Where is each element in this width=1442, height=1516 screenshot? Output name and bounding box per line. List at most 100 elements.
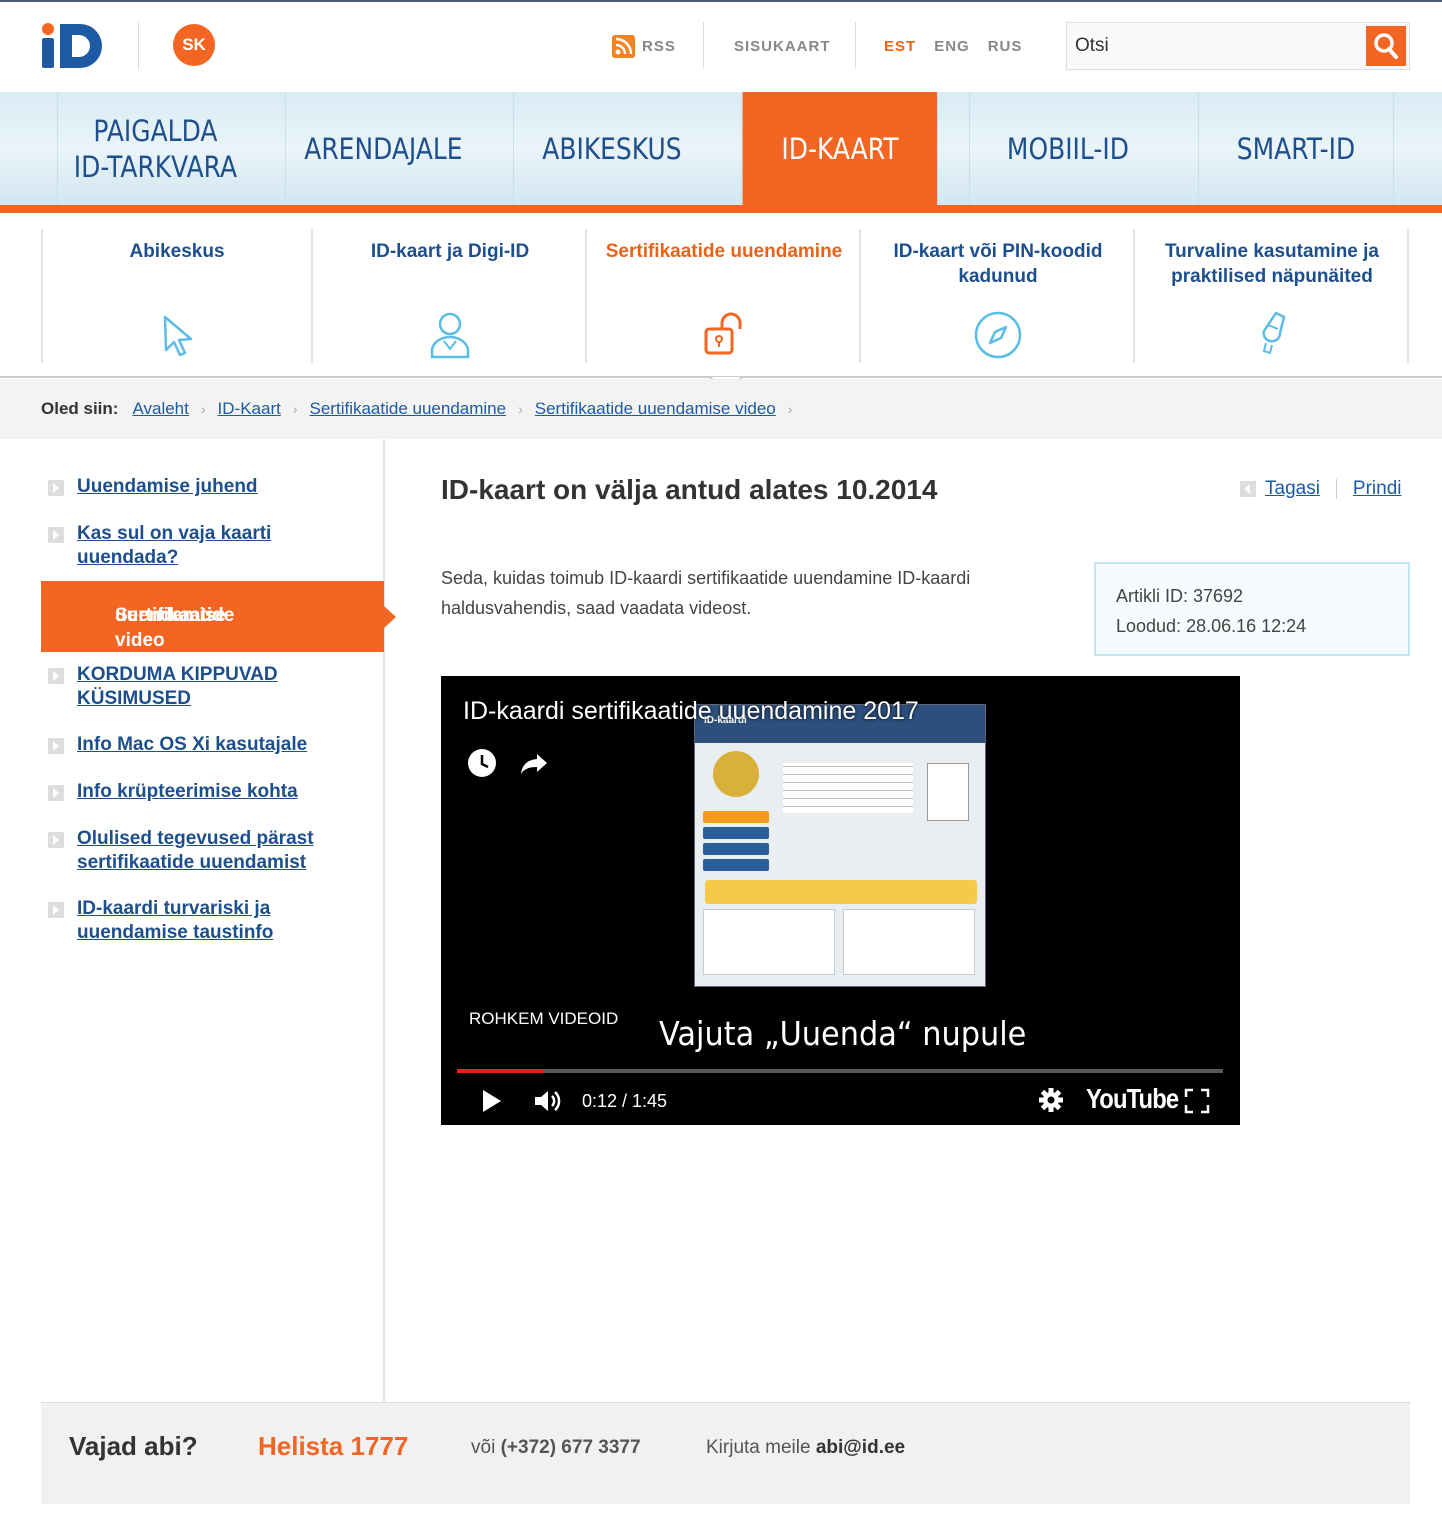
helpline-link[interactable]: Helista 1777 xyxy=(258,1431,408,1462)
sidebar-link[interactable]: Olulised tegevused pärast sertifikaatide… xyxy=(77,827,337,875)
subnav-id-kaart-digi-id[interactable]: ID-kaart ja Digi-ID xyxy=(315,229,587,363)
coat-of-arms-icon xyxy=(713,751,759,797)
video-frame-text xyxy=(783,763,913,813)
breadcrumb-video[interactable]: Sertifikaatide uuendamise video xyxy=(535,399,776,419)
video-progress-fill xyxy=(457,1069,545,1073)
subnav-turvaline[interactable]: Turvaline kasutamine ja praktilised näpu… xyxy=(1137,229,1409,363)
sk-logo[interactable]: SK xyxy=(173,24,215,66)
cursor-icon xyxy=(163,315,193,357)
sidebar-item[interactable]: Kas sul on vaja kaarti uuendada? xyxy=(48,522,368,570)
lang-rus[interactable]: RUS xyxy=(988,38,1023,55)
arrow-bullet-icon xyxy=(48,902,64,918)
arrow-bullet-icon xyxy=(48,480,64,496)
sidebar-item[interactable]: Info Mac OS Xi kasutajale xyxy=(48,733,368,757)
article-actions: Tagasi Prindi xyxy=(1240,478,1402,500)
sidebar-link[interactable]: Kas sul on vaja kaarti uuendada? xyxy=(77,522,297,570)
chevron-right-icon: › xyxy=(518,401,523,417)
video-frame-pane xyxy=(703,909,835,975)
alt-phone-number[interactable]: (+372) 677 3377 xyxy=(501,1437,641,1458)
nav-arendajale[interactable]: ARENDAJALE xyxy=(284,92,481,205)
breadcrumb: Oled siin: Avaleht › ID-Kaart › Sertifik… xyxy=(0,379,1442,439)
subnav-abikeskus[interactable]: Abikeskus xyxy=(41,229,313,363)
user-icon xyxy=(430,312,470,359)
arrow-bullet-icon xyxy=(48,785,64,801)
subnav-label: ID-kaart ja Digi-ID xyxy=(370,241,530,262)
alt-phone: või (+372) 677 3377 xyxy=(471,1437,641,1458)
video-frame-button xyxy=(703,811,769,823)
search-input[interactable] xyxy=(1067,23,1365,69)
video-frame-pane xyxy=(843,909,975,975)
video-progress-track[interactable] xyxy=(457,1069,1223,1073)
volume-icon[interactable] xyxy=(533,1088,563,1114)
back-link[interactable]: Tagasi xyxy=(1265,478,1320,500)
breadcrumb-id-kaart[interactable]: ID-Kaart xyxy=(218,399,281,419)
rss-link[interactable]: RSS xyxy=(612,35,676,58)
nav-abikeskus[interactable]: ABIKESKUS xyxy=(513,92,710,205)
arrow-bullet-icon xyxy=(48,527,64,543)
sidebar-item[interactable]: Uuendamise juhend xyxy=(48,475,368,499)
arrow-bullet-icon xyxy=(48,738,64,754)
subnav-kadunud[interactable]: ID-kaart või PIN-koodid kadunud xyxy=(863,229,1135,363)
subnav-label: Turvaline kasutamine ja praktilised näpu… xyxy=(1164,241,1379,287)
subnav-label: Abikeskus xyxy=(129,241,225,262)
sidebar-link[interactable]: KORDUMA KIPPUVAD KÜSIMUSED xyxy=(77,663,307,711)
video-player[interactable]: ID-kaardi ID-kaardi sertifikaatide uuend… xyxy=(441,676,1240,1125)
divider xyxy=(703,22,704,68)
youtube-logo[interactable]: YouTube xyxy=(1086,1083,1179,1115)
share-icon[interactable] xyxy=(519,748,549,778)
sidebar-item[interactable]: KORDUMA KIPPUVAD KÜSIMUSED xyxy=(48,663,368,711)
sidebar-link[interactable]: Info Mac OS Xi kasutajale xyxy=(77,733,307,757)
divider xyxy=(1335,479,1337,499)
sidebar-item-active[interactable]: Sertifikaatide uuendamise video xyxy=(41,581,396,652)
sidebar-link[interactable]: ID-kaardi turvariski ja uuendamise taust… xyxy=(77,897,292,945)
rss-label[interactable]: RSS xyxy=(642,38,676,55)
article-created: Loodud: 28.06.16 12:24 xyxy=(1116,616,1307,636)
settings-gear-icon[interactable] xyxy=(1038,1087,1064,1113)
sidebar-link[interactable]: Uuendamise juhend xyxy=(77,475,258,499)
lang-est[interactable]: EST xyxy=(884,38,916,55)
subnav-label: Sertifikaatide uuendamine xyxy=(605,241,843,262)
sidebar-item[interactable]: Info krüpteerimise kohta xyxy=(48,780,368,804)
fullscreen-icon[interactable] xyxy=(1184,1088,1210,1114)
sub-nav: Abikeskus ID-kaart ja Digi-ID Sertifikaa… xyxy=(0,213,1442,378)
email-contact: Kirjuta meile abi@id.ee xyxy=(706,1437,906,1458)
nav-paigalda[interactable]: PAIGALDA ID-TARKVARA xyxy=(56,92,253,205)
sitemap-link[interactable]: SISUKAART xyxy=(734,38,831,55)
breadcrumb-lead: Oled siin: xyxy=(41,399,119,418)
chevron-right-icon: › xyxy=(200,401,206,417)
subnav-sertifikaatide-uuendamine[interactable]: Sertifikaatide uuendamine xyxy=(589,229,861,363)
nav-id-kaart[interactable]: ID-KAART xyxy=(741,92,938,205)
nav-smart-id[interactable]: SMART-ID xyxy=(1197,92,1395,205)
card-photo-icon xyxy=(927,763,969,821)
help-heading: Vajad abi? xyxy=(69,1431,198,1461)
breadcrumb-sertifikaatide-uuendamine[interactable]: Sertifikaatide uuendamine xyxy=(310,399,507,419)
print-link[interactable]: Prindi xyxy=(1353,478,1402,500)
rss-icon xyxy=(612,35,635,58)
help-footer: Vajad abi? Helista 1777 või (+372) 677 3… xyxy=(41,1402,1410,1504)
watch-later-icon[interactable] xyxy=(467,748,497,778)
hint-icon xyxy=(1262,311,1286,355)
article-info-box: Artikli ID: 37692 Loodud: 28.06.16 12:24 xyxy=(1094,562,1410,656)
play-icon[interactable] xyxy=(481,1088,503,1114)
video-frame-button xyxy=(703,859,769,871)
arrow-bullet-icon xyxy=(48,832,64,848)
article-intro: Seda, kuidas toimub ID-kaardi sertifikaa… xyxy=(441,568,971,618)
breadcrumb-avaleht[interactable]: Avaleht xyxy=(132,399,188,419)
search-button[interactable] xyxy=(1366,26,1406,66)
article-id: Artikli ID: 37692 xyxy=(1116,586,1244,606)
lang-eng[interactable]: ENG xyxy=(934,38,970,55)
sidebar-item[interactable]: ID-kaardi turvariski ja uuendamise taust… xyxy=(48,897,368,945)
id-logo[interactable] xyxy=(40,20,110,70)
nav-mobiil-id[interactable]: MOBIIL-ID xyxy=(969,92,1166,205)
video-frame-button xyxy=(703,827,769,839)
video-frame: ID-kaardi xyxy=(694,704,986,987)
chevron-right-icon: › xyxy=(787,401,793,417)
top-bar: SK RSS SISUKAART EST ENG RUS xyxy=(0,0,1442,92)
video-title[interactable]: ID-kaardi sertifikaatide uuendamine 2017 xyxy=(463,697,919,726)
video-caption: Vajuta „Uuenda“ nupule xyxy=(659,1014,1027,1053)
more-videos-label[interactable]: ROHKEM VIDEOID xyxy=(469,1009,618,1029)
sidebar-link[interactable]: Info krüpteerimise kohta xyxy=(77,780,298,804)
email-link[interactable]: abi@id.ee xyxy=(816,1437,905,1458)
sidebar-item[interactable]: Olulised tegevused pärast sertifikaatide… xyxy=(48,827,368,875)
back-arrow-icon xyxy=(1240,481,1256,497)
